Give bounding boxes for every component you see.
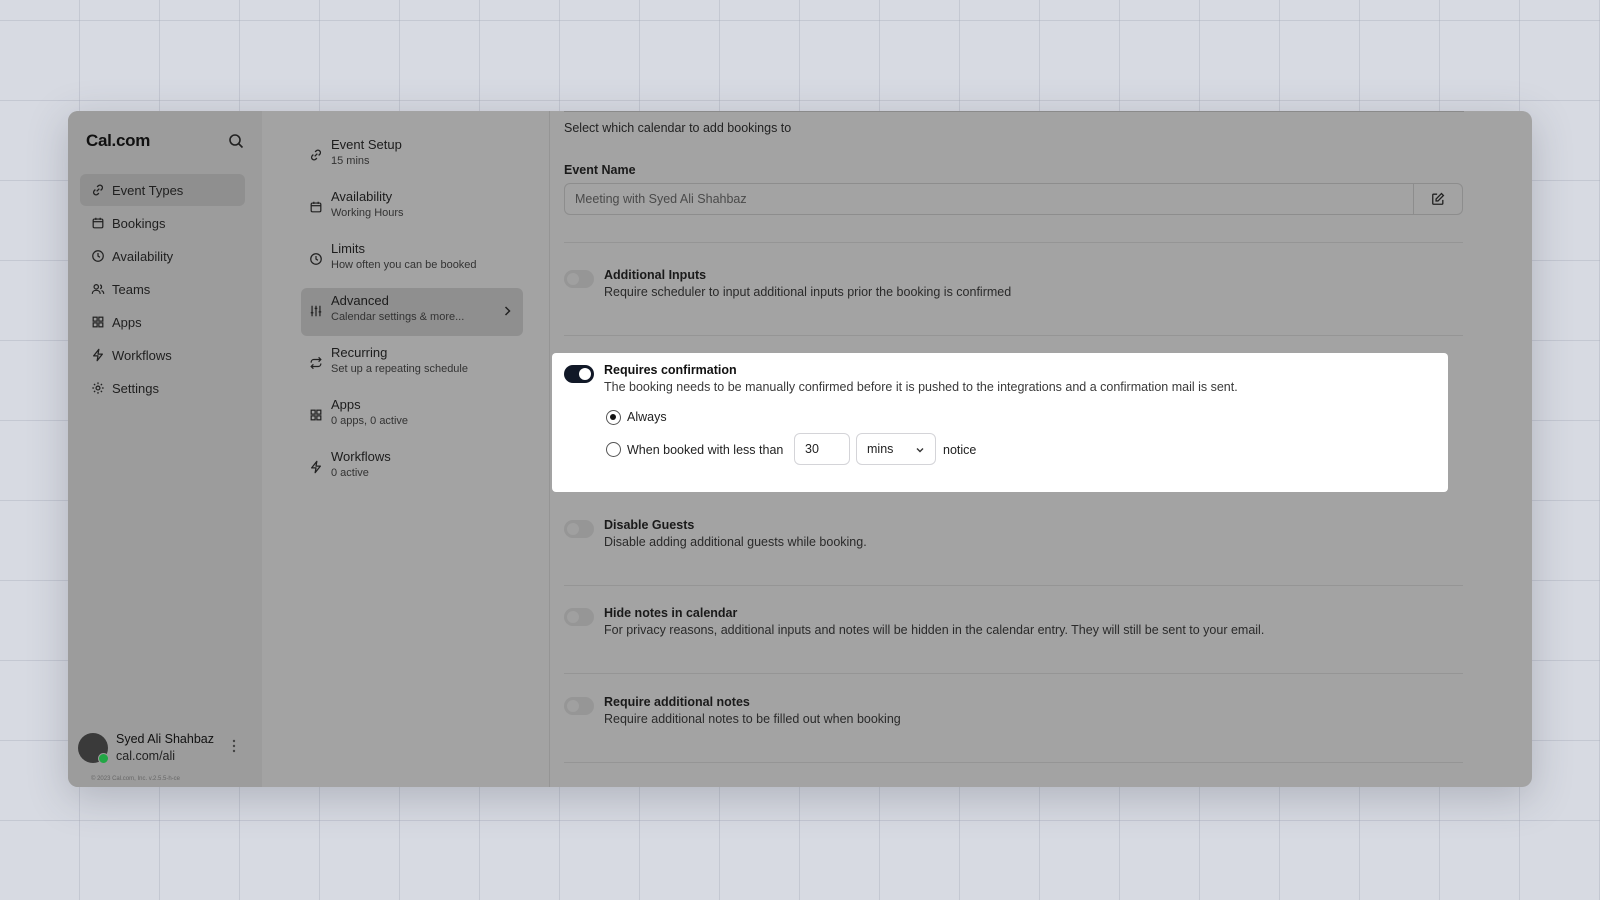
sidebar-item-label: Workflows bbox=[112, 347, 172, 363]
calendar-description: Select which calendar to add bookings to bbox=[564, 121, 792, 135]
tab-desc: Calendar settings & more... bbox=[331, 311, 465, 323]
requires-confirmation-card: Requires confirmation The booking needs … bbox=[552, 353, 1448, 492]
user-menu[interactable]: Syed Ali Shahbaz cal.com/ali bbox=[78, 731, 214, 765]
divider bbox=[564, 242, 1463, 243]
zap-icon bbox=[311, 460, 321, 474]
event-settings-nav: Event Setup 15 mins Availability Working… bbox=[262, 111, 550, 787]
tab-advanced[interactable]: Advanced Calendar settings & more... bbox=[301, 288, 523, 336]
sliders-icon bbox=[310, 305, 322, 317]
edit-icon bbox=[1432, 192, 1445, 205]
setting-title: Hide notes in calendar bbox=[604, 606, 738, 620]
tab-availability[interactable]: Availability Working Hours bbox=[301, 184, 523, 232]
calendar-icon bbox=[92, 217, 104, 229]
tab-desc: 0 active bbox=[331, 467, 369, 479]
main-content: Select which calendar to add bookings to… bbox=[550, 111, 1532, 787]
additional-inputs-toggle[interactable] bbox=[564, 270, 594, 288]
notice-suffix: notice bbox=[943, 443, 977, 457]
sidebar-item-apps[interactable]: Apps bbox=[80, 306, 245, 338]
sidebar-item-label: Bookings bbox=[112, 215, 166, 231]
grid-icon bbox=[92, 316, 104, 328]
tab-limits[interactable]: Limits How often you can be booked bbox=[301, 236, 523, 284]
setting-desc: The booking needs to be manually confirm… bbox=[604, 380, 1238, 394]
tab-event-setup[interactable]: Event Setup 15 mins bbox=[301, 132, 523, 180]
tab-title: Advanced bbox=[331, 293, 389, 308]
repeat-icon bbox=[310, 356, 322, 370]
tab-title: Limits bbox=[331, 241, 365, 256]
setting-title: Additional Inputs bbox=[604, 268, 707, 282]
sidebar-nav: Event Types Bookings Availability Teams … bbox=[80, 174, 245, 405]
notice-amount-input[interactable]: 30 bbox=[794, 433, 850, 465]
link-icon bbox=[93, 184, 103, 196]
clock-icon bbox=[310, 253, 322, 265]
setting-title: Require additional notes bbox=[604, 695, 750, 709]
setting-desc: Require additional notes to be filled ou… bbox=[604, 712, 901, 726]
user-name: Syed Ali Shahbaz bbox=[116, 732, 214, 746]
sidebar-item-workflows[interactable]: Workflows bbox=[80, 339, 245, 371]
copyright: © 2023 Cal.com, Inc. v.2.5.5-h-ce bbox=[91, 776, 181, 782]
tab-desc: 15 mins bbox=[331, 155, 370, 167]
sidebar-item-label: Event Types bbox=[112, 182, 184, 198]
more-vertical-icon[interactable] bbox=[228, 737, 240, 755]
setting-desc: Disable adding additional guests while b… bbox=[604, 535, 867, 549]
sidebar-item-settings[interactable]: Settings bbox=[80, 372, 245, 404]
app-window: Cal.com Event Types Bookings Availabilit… bbox=[68, 111, 1532, 787]
setting-desc: Require scheduler to input additional in… bbox=[604, 285, 1012, 299]
radio-label: When booked with less than bbox=[627, 443, 784, 457]
sidebar-item-event-types[interactable]: Event Types bbox=[80, 174, 245, 206]
logo: Cal.com bbox=[86, 131, 151, 150]
radio-always[interactable] bbox=[606, 410, 621, 425]
sidebar-item-availability[interactable]: Availability bbox=[80, 240, 245, 272]
gear-icon bbox=[92, 382, 104, 394]
user-url: cal.com/ali bbox=[116, 749, 176, 763]
tab-apps[interactable]: Apps 0 apps, 0 active bbox=[301, 392, 523, 440]
disable-guests-toggle[interactable] bbox=[564, 520, 594, 538]
zap-icon bbox=[93, 348, 103, 362]
link-icon bbox=[311, 149, 321, 161]
requires-confirmation-toggle[interactable] bbox=[564, 365, 594, 383]
divider bbox=[564, 585, 1463, 586]
divider bbox=[564, 335, 1463, 336]
setting-title: Requires confirmation bbox=[604, 363, 737, 377]
calendar-icon bbox=[310, 201, 322, 213]
radio-less-than[interactable] bbox=[606, 442, 621, 457]
sidebar: Cal.com Event Types Bookings Availabilit… bbox=[68, 111, 262, 787]
hide-notes-toggle[interactable] bbox=[564, 608, 594, 626]
tab-desc: Set up a repeating schedule bbox=[331, 363, 468, 375]
sidebar-item-teams[interactable]: Teams bbox=[80, 273, 245, 305]
grid-icon bbox=[310, 409, 322, 421]
event-name-input[interactable]: Meeting with Syed Ali Shahbaz bbox=[564, 183, 1414, 215]
tab-recurring[interactable]: Recurring Set up a repeating schedule bbox=[301, 340, 523, 388]
edit-event-name-button[interactable] bbox=[1414, 183, 1463, 215]
require-notes-toggle[interactable] bbox=[564, 697, 594, 715]
users-icon bbox=[91, 284, 105, 294]
select-value: mins bbox=[867, 442, 894, 456]
sidebar-item-label: Settings bbox=[112, 380, 159, 396]
search-icon[interactable] bbox=[228, 133, 244, 149]
divider bbox=[564, 762, 1463, 763]
tab-title: Apps bbox=[331, 397, 361, 412]
chevron-down-icon bbox=[916, 448, 924, 453]
sidebar-item-label: Teams bbox=[112, 281, 151, 297]
tab-workflows[interactable]: Workflows 0 active bbox=[301, 444, 523, 492]
event-name-label: Event Name bbox=[564, 163, 636, 177]
divider bbox=[564, 673, 1463, 674]
avatar bbox=[78, 733, 109, 764]
tab-title: Availability bbox=[331, 189, 393, 204]
tab-title: Recurring bbox=[331, 345, 388, 360]
tab-desc: Working Hours bbox=[331, 207, 404, 219]
chevron-right-icon bbox=[504, 306, 511, 316]
divider bbox=[564, 111, 1464, 112]
sidebar-item-label: Apps bbox=[112, 314, 142, 330]
tab-desc: How often you can be booked bbox=[331, 259, 477, 271]
radio-label: Always bbox=[627, 410, 667, 424]
clock-icon bbox=[92, 250, 104, 262]
notice-unit-select[interactable]: mins bbox=[856, 433, 936, 465]
sidebar-item-label: Availability bbox=[112, 248, 174, 264]
setting-desc: For privacy reasons, additional inputs a… bbox=[604, 623, 1265, 637]
tab-title: Event Setup bbox=[331, 137, 402, 152]
sidebar-item-bookings[interactable]: Bookings bbox=[80, 207, 245, 239]
tab-desc: 0 apps, 0 active bbox=[331, 415, 409, 427]
tab-title: Workflows bbox=[331, 449, 391, 464]
setting-title: Disable Guests bbox=[604, 518, 695, 532]
